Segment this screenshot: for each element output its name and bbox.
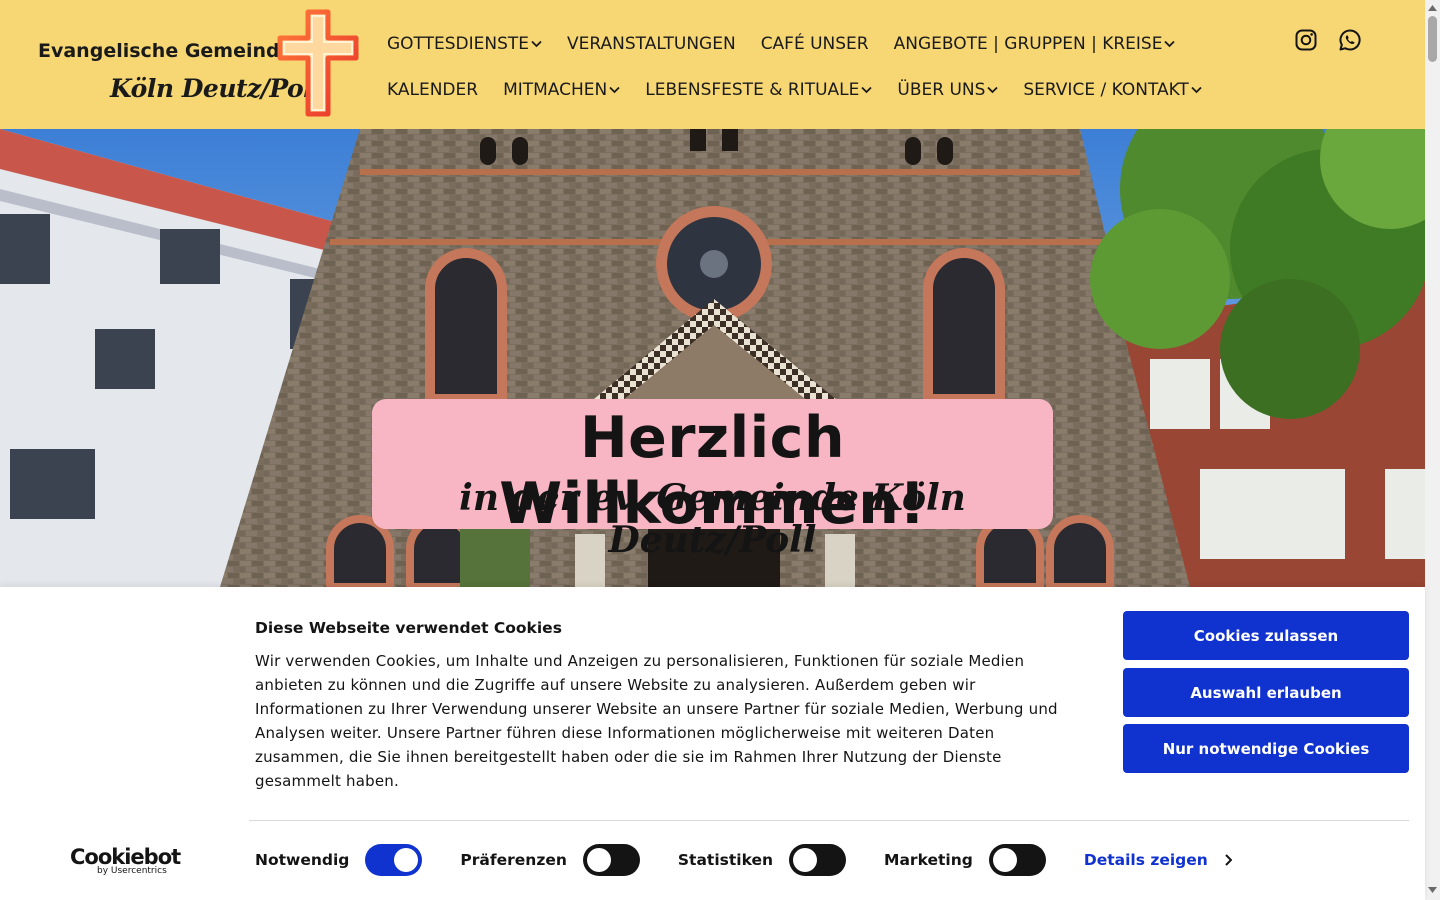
toggle-knob — [793, 848, 818, 872]
nav-item-label: VERANSTALTUNGEN — [567, 34, 736, 54]
consent-preferences: Präferenzen — [460, 844, 640, 876]
consent-label-preferences: Präferenzen — [460, 851, 567, 869]
cookie-banner-text: Wir verwenden Cookies, um Inhalte und An… — [255, 652, 1058, 790]
toggle-knob — [586, 848, 611, 872]
welcome-subtitle: in der ev. Gemeinde Köln Deutz/Poll — [459, 477, 966, 561]
instagram-icon[interactable] — [1294, 28, 1318, 52]
nav-item-label: LEBENSFESTE & RITUALE — [645, 80, 860, 100]
cross-logo-icon — [277, 9, 359, 117]
necessary-cookies-only-button[interactable]: Nur notwendige Cookies — [1123, 724, 1409, 773]
consent-marketing: Marketing — [884, 844, 1046, 876]
chevron-right-icon — [1225, 854, 1232, 866]
consent-necessary: Notwendig — [255, 844, 423, 876]
chevron-down-icon — [531, 40, 542, 48]
nav-item-label: MITMACHEN — [503, 80, 608, 100]
welcome-banner: Herzlich Willkommen! in der ev. Gemeinde… — [372, 399, 1053, 561]
chevron-down-icon — [1164, 40, 1176, 48]
allow-selection-button[interactable]: Auswahl erlauben — [1123, 668, 1409, 717]
toggle-knob — [992, 848, 1017, 872]
nav-item-gottesdienste[interactable]: GOTTESDIENSTE — [387, 34, 542, 54]
show-details-link[interactable]: Details zeigen — [1084, 851, 1232, 869]
cookie-banner-title: Diese Webseite verwendet Cookies — [255, 619, 562, 637]
scroll-up-arrow-icon[interactable] — [1428, 5, 1437, 11]
nav-item-label: ÜBER UNS — [897, 80, 986, 100]
cookie-consent-banner: Diese Webseite verwendet Cookies Wir ver… — [0, 587, 1425, 900]
nav-item-label: SERVICE / KONTAKT — [1023, 80, 1189, 100]
toggle-knob — [394, 848, 419, 872]
allow-all-cookies-button[interactable]: Cookies zulassen — [1123, 611, 1409, 660]
nav-item-mitmachen[interactable]: MITMACHEN — [503, 80, 620, 100]
nav-item-lebensfeste-rituale[interactable]: LEBENSFESTE & RITUALE — [645, 80, 873, 100]
site-logo[interactable]: Evangelische Gemeinde Köln Deutz/Poll — [28, 6, 368, 122]
cookiebot-logo: Cookiebot by Usercentrics — [70, 845, 181, 876]
nav-item-service-kontakt[interactable]: SERVICE / KONTAKT — [1023, 80, 1202, 100]
consent-toggles: Notwendig Präferenzen Statistiken Market… — [255, 844, 1232, 876]
consent-label-necessary: Notwendig — [255, 851, 350, 869]
scrollbar-thumb[interactable] — [1428, 16, 1437, 62]
page-scrollbar[interactable] — [1425, 0, 1440, 900]
nav-item-café-unser[interactable]: CAFÉ UNSER — [761, 34, 869, 54]
chevron-down-icon — [1191, 86, 1202, 94]
nav-item-label: KALENDER — [387, 80, 479, 100]
site-header: Evangelische Gemeinde Köln Deutz/Poll GO… — [0, 0, 1425, 129]
nav-item-angebote-gruppen-kreise[interactable]: ANGEBOTE | GRUPPEN | KREISE — [894, 34, 1176, 54]
chevron-down-icon — [987, 86, 999, 94]
main-navigation: GOTTESDIENSTE VERANSTALTUNGEN CAFÉ UNSER AN… — [387, 26, 1287, 118]
toggle-necessary[interactable] — [365, 844, 423, 876]
nav-item-über-uns[interactable]: ÜBER UNS — [897, 80, 999, 100]
consent-statistics: Statistiken — [677, 844, 847, 876]
cookie-banner-divider — [249, 820, 1409, 821]
consent-label-marketing: Marketing — [884, 851, 973, 869]
nav-item-label: ANGEBOTE | GRUPPEN | KREISE — [893, 34, 1163, 54]
consent-label-statistics: Statistiken — [677, 851, 774, 869]
nav-item-label: CAFÉ UNSER — [760, 34, 869, 54]
toggle-marketing[interactable] — [988, 844, 1046, 876]
show-details-label: Details zeigen — [1083, 851, 1208, 869]
scroll-down-arrow-icon[interactable] — [1428, 887, 1437, 893]
nav-row-bottom: KALENDER MITMACHEN LEBENSFESTE & RITUALE ÜB… — [387, 72, 1287, 108]
toggle-statistics[interactable] — [789, 844, 847, 876]
chevron-down-icon — [609, 86, 620, 94]
nav-item-label: GOTTESDIENSTE — [387, 34, 530, 54]
toggle-preferences[interactable] — [582, 844, 640, 876]
nav-item-kalender[interactable]: KALENDER — [387, 80, 478, 100]
nav-item-veranstaltungen[interactable]: VERANSTALTUNGEN — [567, 34, 736, 54]
nav-row-top: GOTTESDIENSTE VERANSTALTUNGEN CAFÉ UNSER AN… — [387, 26, 1287, 62]
chevron-down-icon — [861, 86, 873, 94]
hero-section: Herzlich Willkommen! in der ev. Gemeinde… — [0, 129, 1425, 587]
social-links — [1294, 28, 1362, 52]
logo-text-line1: Evangelische Gemeinde — [38, 40, 293, 62]
whatsapp-icon[interactable] — [1338, 28, 1362, 52]
